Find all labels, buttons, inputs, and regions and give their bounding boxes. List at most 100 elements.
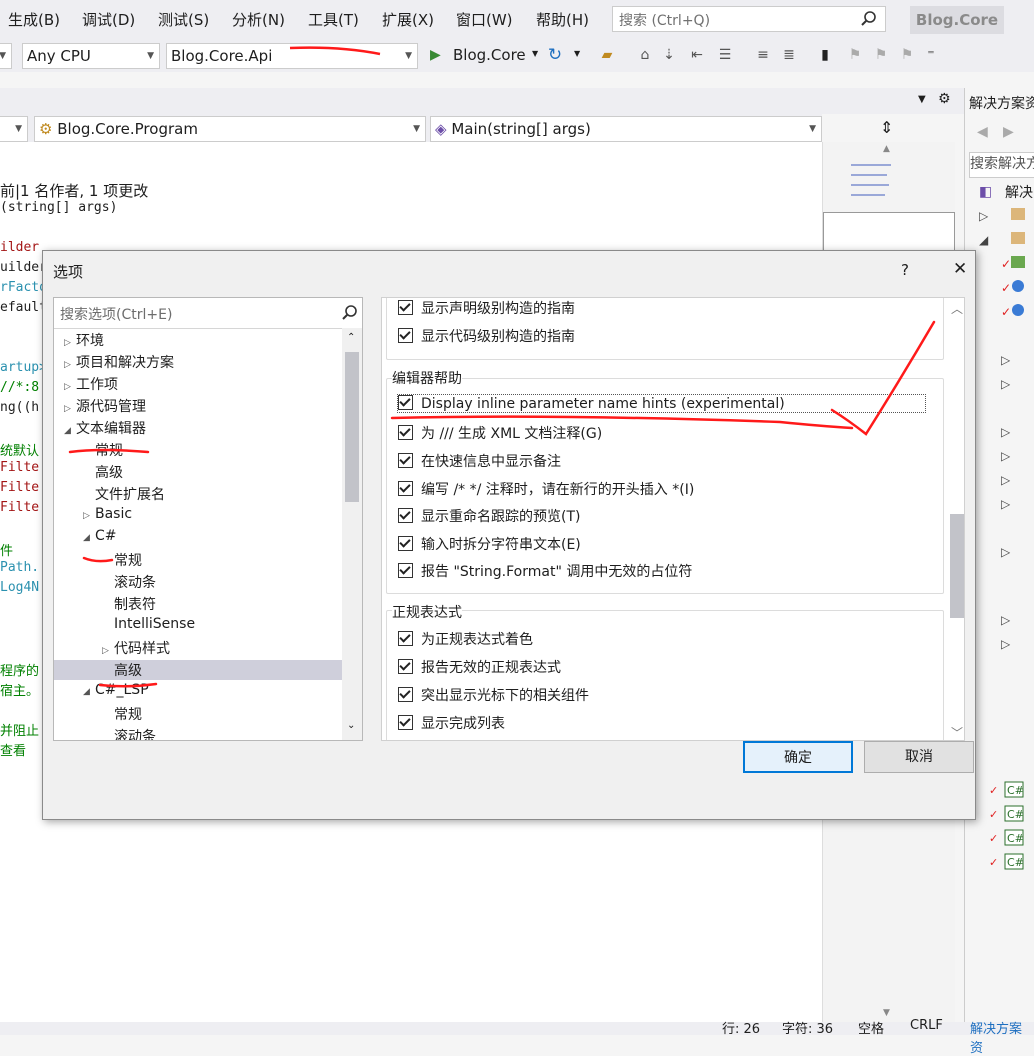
- checkbox-checked[interactable]: [398, 508, 413, 523]
- chevron-down-icon[interactable]: ▼: [532, 49, 538, 58]
- ok-button[interactable]: 确定: [743, 741, 853, 773]
- bookmark-icon[interactable]: ▮: [816, 46, 834, 64]
- quick-search-input[interactable]: 搜索 (Ctrl+Q): [612, 6, 886, 32]
- tree-node[interactable]: ◢ C#_LSP: [83, 682, 149, 698]
- uncomment-icon[interactable]: ≣: [780, 46, 798, 64]
- tree-scrollbar[interactable]: ⌃ ⌄: [342, 328, 362, 740]
- run-target-button[interactable]: Blog.Core: [453, 46, 526, 64]
- menu-help[interactable]: 帮助(H): [536, 9, 589, 30]
- chevron-down-icon-3[interactable]: ▼: [918, 94, 926, 105]
- codelens[interactable]: 前|1 名作者, 1 项更改: [0, 180, 148, 201]
- solution-explorer-tab[interactable]: 解决方案资: [970, 1018, 1034, 1056]
- attach-icon[interactable]: ▰: [598, 46, 616, 64]
- menu-debug[interactable]: 调试(D): [82, 9, 135, 30]
- option-string-format[interactable]: 报告 "String.Format" 调用中无效的占位符: [398, 561, 692, 581]
- tree-node[interactable]: ▷ 环境: [64, 330, 104, 350]
- chevron-down-icon-2[interactable]: ▼: [574, 49, 580, 58]
- class-nav-combo[interactable]: ⚙ Blog.Core.Program ▼: [34, 116, 426, 142]
- checkbox-checked[interactable]: [398, 453, 413, 468]
- options-scrollbar[interactable]: ︿ ﹀: [948, 298, 964, 740]
- option-declaration-guides[interactable]: 显示声明级别构造的指南: [398, 298, 575, 318]
- expander-icon[interactable]: ▷: [64, 360, 76, 370]
- scroll-up-icon[interactable]: ▲: [883, 144, 890, 154]
- tree-node[interactable]: 高级: [54, 660, 342, 680]
- tree-node[interactable]: ▷ Basic: [83, 506, 132, 522]
- prev-bookmark-icon[interactable]: ⚑: [846, 46, 864, 64]
- tree-node[interactable]: ▷ 源代码管理: [64, 396, 146, 416]
- expander-icon[interactable]: ▷: [64, 404, 76, 414]
- option-code-guides[interactable]: 显示代码级别构造的指南: [398, 326, 575, 346]
- option-rename-preview[interactable]: 显示重命名跟踪的预览(T): [398, 506, 580, 526]
- tree-node[interactable]: ▷ 项目和解决方案: [64, 352, 174, 372]
- option-regex-highlight[interactable]: 突出显示光标下的相关组件: [398, 685, 589, 705]
- menu-analyze[interactable]: 分析(N): [232, 9, 285, 30]
- home-icon[interactable]: ⌂: [636, 46, 654, 64]
- tree-node[interactable]: ◢ 文本编辑器: [64, 418, 146, 438]
- tree-node[interactable]: 常规: [83, 440, 123, 460]
- outdent-icon[interactable]: ⇤: [688, 46, 706, 64]
- member-nav-combo[interactable]: ◈ Main(string[] args) ▼: [430, 116, 822, 142]
- forward-icon[interactable]: ▶: [1003, 124, 1014, 140]
- menu-window[interactable]: 窗口(W): [456, 9, 513, 30]
- tree-node[interactable]: ◢ C#: [83, 528, 117, 544]
- overflow-icon[interactable]: ⁼: [922, 46, 940, 64]
- checkbox-checked[interactable]: [398, 300, 413, 315]
- menu-build[interactable]: 生成(B): [8, 9, 60, 30]
- menu-test[interactable]: 测试(S): [158, 9, 209, 30]
- scroll-down-icon-3[interactable]: ﹀: [951, 724, 963, 740]
- checkbox-checked[interactable]: [398, 328, 413, 343]
- scroll-down-icon-2[interactable]: ⌄: [347, 720, 355, 731]
- platform-combo[interactable]: Any CPU ▼: [22, 43, 160, 69]
- checkbox-checked[interactable]: [398, 481, 413, 496]
- gear-icon[interactable]: ⚙: [938, 91, 951, 107]
- scroll-up-icon-3[interactable]: ︿: [951, 300, 963, 317]
- checkbox-checked[interactable]: [398, 631, 413, 646]
- expander-icon[interactable]: ◢: [83, 533, 95, 543]
- comment-icon[interactable]: ≡: [754, 46, 772, 64]
- scroll-down-icon[interactable]: ▼: [883, 1008, 890, 1018]
- tree-node[interactable]: ▷ 代码样式: [102, 638, 170, 658]
- tree-scroll-thumb[interactable]: [345, 352, 359, 502]
- expander-icon[interactable]: ▷: [64, 382, 76, 392]
- indent-icon[interactable]: ☰: [716, 46, 734, 64]
- tree-node[interactable]: 常规: [102, 550, 142, 570]
- tree-node[interactable]: ▷ 工作项: [64, 374, 118, 394]
- minimap-viewport[interactable]: [823, 212, 955, 252]
- split-icon[interactable]: ⇕: [880, 118, 893, 137]
- tree-node[interactable]: 滚动条: [102, 572, 156, 592]
- dropdown-icon[interactable]: ⇣: [660, 46, 678, 64]
- option-xml-doc[interactable]: 为 /// 生成 XML 文档注释(G): [398, 423, 602, 443]
- checkbox-checked[interactable]: [398, 425, 413, 440]
- close-button[interactable]: ✕: [953, 259, 967, 279]
- option-split-strings[interactable]: 输入时拆分字符串文本(E): [398, 534, 581, 554]
- solution-root[interactable]: 解决: [1005, 182, 1033, 202]
- tree-node[interactable]: 高级: [83, 462, 123, 482]
- option-quickinfo-remarks[interactable]: 在快速信息中显示备注: [398, 451, 561, 471]
- checkbox-checked[interactable]: [398, 395, 413, 410]
- scroll-up-icon-2[interactable]: ⌃: [347, 332, 355, 343]
- expander-icon[interactable]: ◢: [64, 426, 76, 436]
- options-search-input[interactable]: 搜索选项(Ctrl+E): [54, 298, 362, 329]
- expander-icon[interactable]: ◢: [83, 687, 95, 697]
- play-icon[interactable]: ▶: [430, 47, 441, 63]
- checkbox-checked[interactable]: [398, 536, 413, 551]
- option-inline-param-hints[interactable]: Display inline parameter name hints (exp…: [397, 394, 926, 413]
- expander-icon[interactable]: ▷: [64, 338, 76, 348]
- cancel-button[interactable]: 取消: [864, 741, 974, 773]
- option-regex-completion[interactable]: 显示完成列表: [398, 713, 505, 733]
- checkbox-checked[interactable]: [398, 659, 413, 674]
- tree-node[interactable]: 文件扩展名: [83, 484, 165, 504]
- config-combo[interactable]: ▼: [0, 43, 12, 69]
- tree-node[interactable]: 常规: [102, 704, 142, 724]
- tree-node[interactable]: 制表符: [102, 594, 156, 614]
- back-icon[interactable]: ◀: [977, 124, 988, 140]
- expander-icon[interactable]: ▷: [83, 511, 95, 521]
- expander-icon[interactable]: ▷: [102, 646, 114, 656]
- tree-node[interactable]: IntelliSense: [102, 616, 195, 632]
- next-bookmark-icon[interactable]: ⚑: [872, 46, 890, 64]
- help-button[interactable]: ?: [901, 261, 909, 279]
- checkbox-checked[interactable]: [398, 563, 413, 578]
- option-regex-invalid[interactable]: 报告无效的正规表达式: [398, 657, 561, 677]
- tree-node[interactable]: 滚动条: [102, 726, 156, 740]
- menu-tools[interactable]: 工具(T): [308, 9, 359, 30]
